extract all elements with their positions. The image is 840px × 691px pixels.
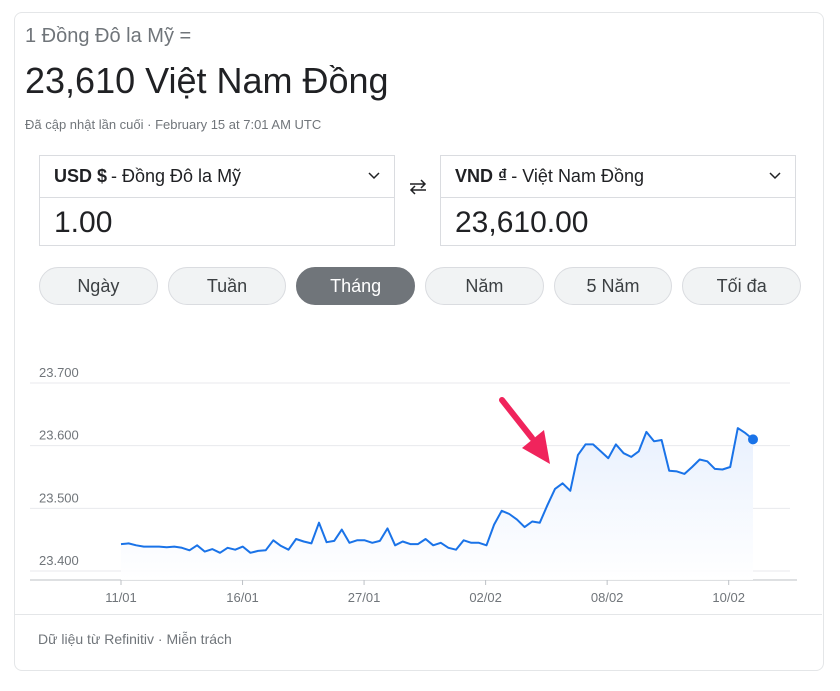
exchange-rate-chart: 23.700 23.600 23.500 23.400 11/01 16/01 27/01 0… <box>30 365 797 605</box>
range-button[interactable]: 5 Năm <box>553 267 673 305</box>
range-button[interactable]: Ngày <box>39 267 158 305</box>
x-tick-label: 27/01 <box>348 590 381 605</box>
from-currency-name: - Đồng Đô la Mỹ <box>111 166 242 186</box>
x-tick-label: 02/02 <box>469 590 502 605</box>
y-tick-label: 23.700 <box>39 365 79 380</box>
to-currency-code: VND ₫ <box>455 166 508 186</box>
range-button[interactable]: Tối đa <box>682 267 802 305</box>
range-button[interactable]: Năm <box>425 267 544 305</box>
time-range-selector: Ngày Tuần Tháng Năm 5 Năm Tối đa <box>39 267 802 305</box>
latest-point <box>748 434 758 445</box>
annotation-arrow-shaft <box>499 397 535 441</box>
conversion-from-line: 1 Đồng Đô la Mỹ = <box>25 25 192 47</box>
to-currency-box: VND ₫ - Việt Nam Đồng 23,610.00 <box>440 155 796 246</box>
x-tick-label: 11/01 <box>105 590 137 605</box>
chevron-down-icon <box>368 172 380 180</box>
to-currency-name: - Việt Nam Đồng <box>511 166 644 186</box>
to-currency-select[interactable]: VND ₫ - Việt Nam Đồng <box>441 156 795 198</box>
y-tick-label: 23.400 <box>39 553 79 568</box>
from-currency-select[interactable]: USD $ - Đồng Đô la Mỹ <box>40 156 394 198</box>
from-amount-input[interactable]: 1.00 <box>40 198 394 240</box>
last-updated-text: Đã cập nhật lần cuối · February 15 at 7:… <box>25 117 322 132</box>
chevron-down-icon <box>769 172 781 180</box>
to-amount-input[interactable]: 23,610.00 <box>441 198 795 240</box>
footer: Dữ liệu từ Refinitiv · Miễn trách <box>14 614 822 647</box>
range-button[interactable]: Tuần <box>167 267 287 305</box>
from-currency-box: USD $ - Đồng Đô la Mỹ 1.00 <box>39 155 395 246</box>
data-source-text[interactable]: Dữ liệu từ Refinitiv · Miễn trách <box>38 631 232 647</box>
conversion-result: 23,610 Việt Nam Đồng <box>25 60 389 101</box>
y-tick-label: 23.500 <box>39 490 79 505</box>
area-fill <box>121 428 753 580</box>
from-currency-code: USD $ <box>54 166 108 186</box>
y-tick-label: 23.600 <box>39 428 79 443</box>
range-button[interactable]: Tháng <box>296 267 416 305</box>
x-tick-label: 16/01 <box>226 590 259 605</box>
x-tick-label: 08/02 <box>591 590 624 605</box>
swap-arrows-icon[interactable] <box>409 179 427 195</box>
x-tick-label: 10/02 <box>712 590 745 605</box>
